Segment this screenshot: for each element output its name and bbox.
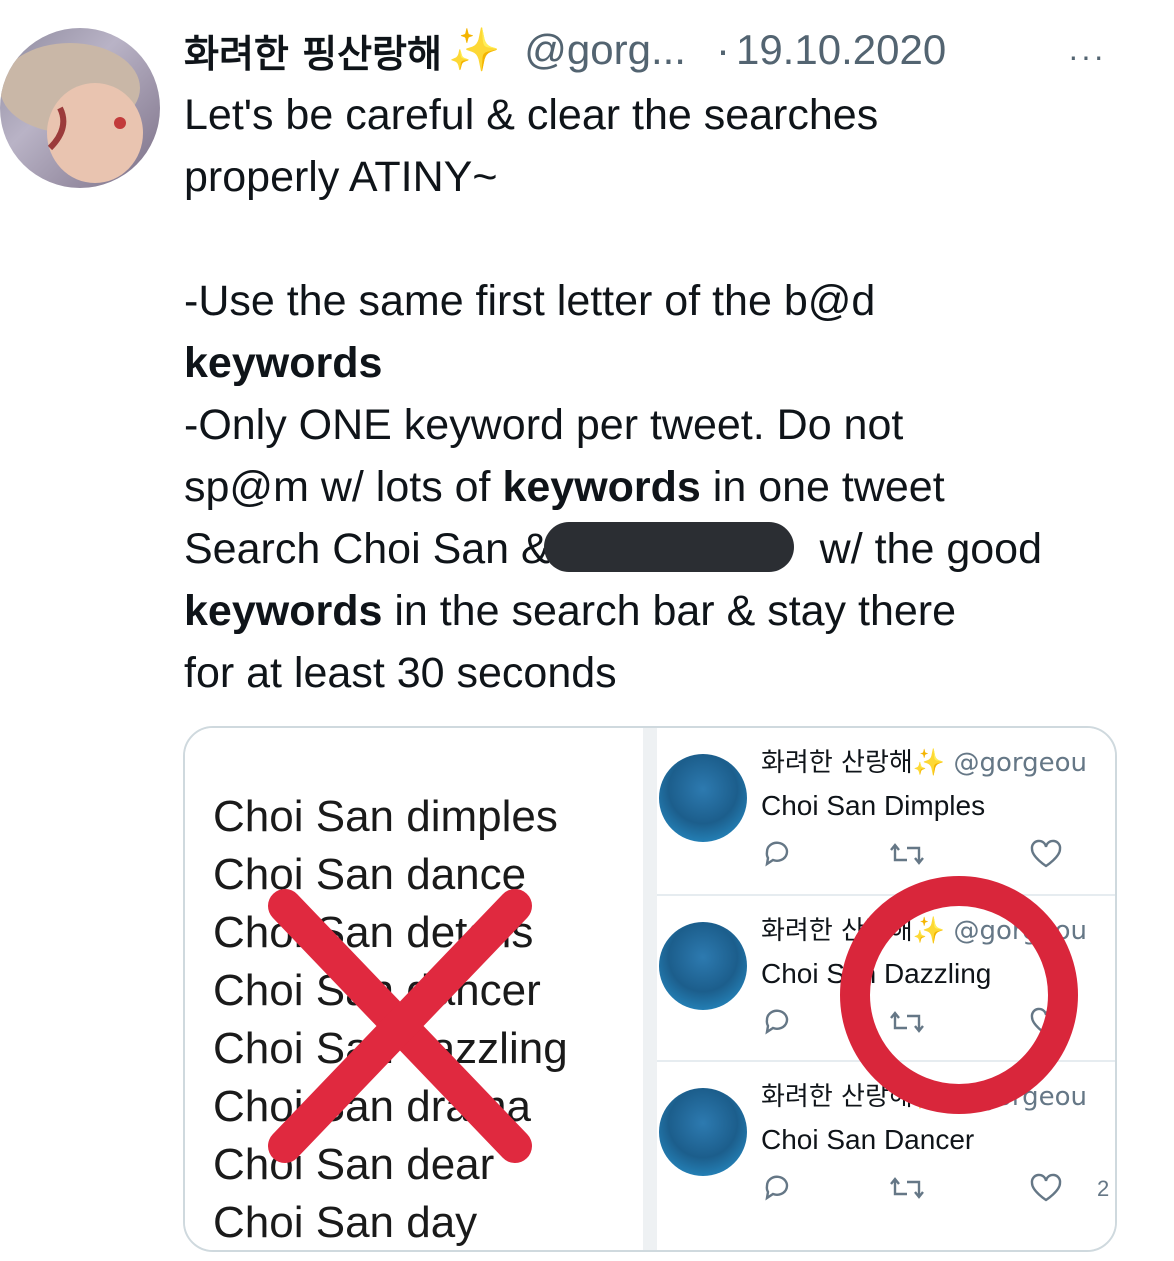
display-name[interactable]: 화려한 핑산랑해 [184, 23, 442, 78]
avatar-image [0, 43, 143, 183]
tweet-line: -Use the same first letter of the b@d [184, 277, 876, 325]
bold-keyword: keywords [502, 463, 701, 511]
bold-keyword: keywords [184, 339, 383, 387]
media-attachment[interactable]: Choi San dimples Choi San dance Choi San… [183, 726, 1117, 1252]
redaction-bar [543, 522, 794, 572]
tweet-line: properly ATINY~ [184, 153, 498, 201]
bold-keyword: keywords [184, 587, 383, 635]
tweet-line: in the search bar & stay there [382, 587, 957, 635]
tweet-line: Search Choi San & [184, 525, 550, 573]
tweet-line: w/ the good [807, 525, 1042, 573]
panel-divider [643, 728, 657, 1250]
profile-avatar[interactable] [0, 28, 160, 188]
tweet-line: in one tweet [700, 463, 945, 511]
tweet-header: 화려한 핑산랑해 ✨ @gorg... · 19.10.2020 [184, 22, 946, 78]
red-x-cross-icon [268, 889, 532, 1163]
tweet-line: for at least 30 seconds [184, 649, 617, 697]
tweet-line: sp@m w/ lots of [184, 463, 503, 511]
tweet-text: Let's be careful & clear the searches pr… [184, 84, 1144, 704]
user-handle[interactable]: @gorg... [524, 26, 686, 74]
separator-dot: · [715, 26, 730, 73]
more-options-icon[interactable]: ··· [1068, 38, 1106, 75]
tweet-date[interactable]: 19.10.2020 [736, 26, 946, 74]
sparkles-emoji: ✨ [447, 25, 501, 73]
red-circle-icon [840, 876, 1078, 1114]
good-keywords-panel: 화려한 산랑해✨ @gorgeou Choi San Dimples 화려한 산… [657, 728, 1115, 1250]
tweet-line: -Only ONE keyword per tweet. Do not [184, 401, 904, 449]
tweet-line: Let's be careful & clear the searches [184, 91, 879, 139]
bad-keywords-panel: Choi San dimples Choi San dance Choi San… [185, 728, 643, 1250]
